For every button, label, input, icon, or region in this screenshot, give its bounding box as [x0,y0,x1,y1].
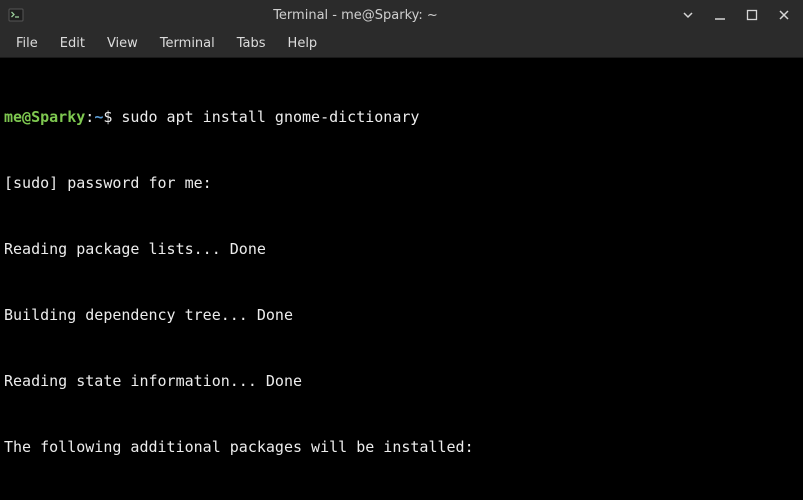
menu-file[interactable]: File [6,33,48,54]
menu-tabs[interactable]: Tabs [227,33,276,54]
prompt-line: me@Sparky:~$ sudo apt install gnome-dict… [4,106,799,128]
terminal-window: Terminal - me@Sparky: ~ File Edit View T… [0,0,803,500]
terminal-app-icon [8,7,24,23]
output-line: [sudo] password for me: [4,172,799,194]
prompt-sep: : [85,108,94,126]
menu-view[interactable]: View [97,33,148,54]
window-title: Terminal - me@Sparky: ~ [30,8,681,23]
close-button[interactable] [777,8,791,22]
menu-help[interactable]: Help [278,33,328,54]
menu-edit[interactable]: Edit [50,33,95,54]
menu-terminal[interactable]: Terminal [150,33,225,54]
prompt-sigil: $ [103,108,121,126]
output-line: Reading state information... Done [4,370,799,392]
menubar: File Edit View Terminal Tabs Help [0,30,803,58]
prompt-user-host: me@Sparky [4,108,85,126]
command-text: sudo apt install gnome-dictionary [121,108,419,126]
dropdown-button[interactable] [681,8,695,22]
prompt-path: ~ [94,108,103,126]
output-line: The following additional packages will b… [4,436,799,458]
output-line: Reading package lists... Done [4,238,799,260]
output-line: Building dependency tree... Done [4,304,799,326]
window-buttons [681,8,795,22]
maximize-button[interactable] [745,8,759,22]
terminal-viewport[interactable]: me@Sparky:~$ sudo apt install gnome-dict… [0,58,803,500]
titlebar: Terminal - me@Sparky: ~ [0,0,803,30]
minimize-button[interactable] [713,8,727,22]
